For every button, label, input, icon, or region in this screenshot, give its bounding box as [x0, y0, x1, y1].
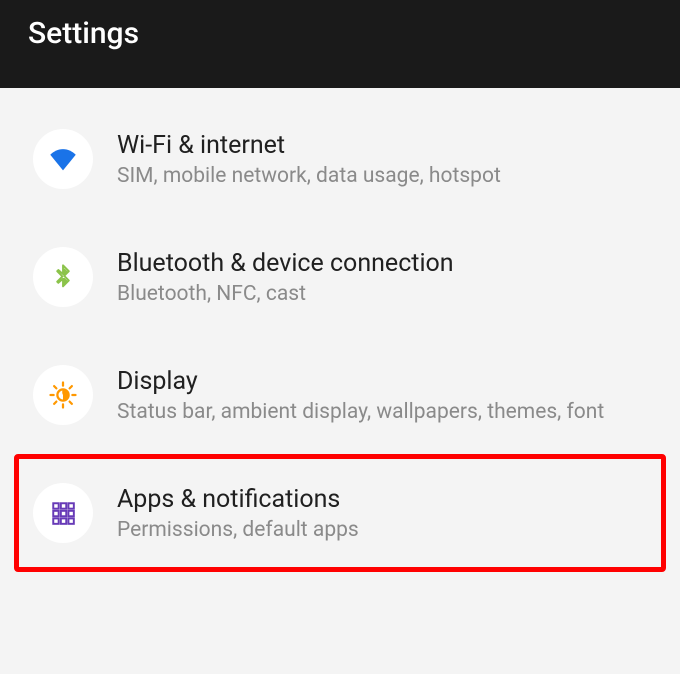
item-text: Apps & notifications Permissions, defaul… [117, 485, 651, 542]
bluetooth-icon [33, 247, 93, 307]
item-subtitle: Bluetooth, NFC, cast [117, 282, 651, 306]
item-subtitle: SIM, mobile network, data usage, hotspot [117, 164, 651, 188]
header: Settings [0, 0, 680, 88]
item-title: Apps & notifications [117, 485, 651, 514]
item-subtitle: Permissions, default apps [117, 518, 651, 542]
apps-icon [33, 483, 93, 543]
wifi-icon [33, 129, 93, 189]
item-subtitle: Status bar, ambient display, wallpapers,… [117, 400, 651, 424]
item-text: Display Status bar, ambient display, wal… [117, 367, 651, 424]
item-text: Bluetooth & device connection Bluetooth,… [117, 249, 651, 306]
item-text: Wi-Fi & internet SIM, mobile network, da… [117, 131, 651, 188]
settings-list: Wi-Fi & internet SIM, mobile network, da… [0, 88, 680, 572]
item-title: Display [117, 367, 651, 396]
display-icon [33, 365, 93, 425]
settings-item-apps[interactable]: Apps & notifications Permissions, defaul… [14, 454, 666, 572]
settings-item-wifi[interactable]: Wi-Fi & internet SIM, mobile network, da… [14, 100, 666, 218]
settings-item-display[interactable]: Display Status bar, ambient display, wal… [14, 336, 666, 454]
settings-item-bluetooth[interactable]: Bluetooth & device connection Bluetooth,… [14, 218, 666, 336]
item-title: Bluetooth & device connection [117, 249, 651, 278]
item-title: Wi-Fi & internet [117, 131, 651, 160]
page-title: Settings [28, 16, 139, 51]
